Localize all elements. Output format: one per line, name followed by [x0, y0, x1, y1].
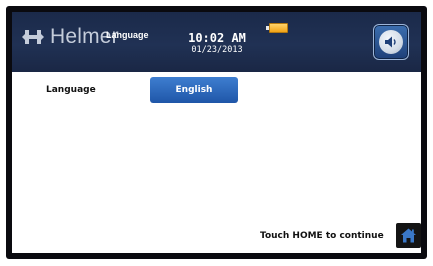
- battery-icon: [266, 23, 288, 33]
- home-icon: [401, 228, 416, 243]
- language-select-button[interactable]: English: [150, 77, 238, 103]
- helmer-logo-icon: [22, 30, 44, 44]
- clock-time: 10:02 AM: [188, 31, 246, 45]
- home-button[interactable]: [396, 223, 421, 248]
- page-title: Language: [106, 30, 149, 40]
- language-value: English: [175, 85, 213, 95]
- touch-screen: Helmer Language 10:02 AM 01/23/2013 Lang…: [12, 12, 421, 253]
- speaker-icon: [379, 30, 403, 54]
- language-label: Language: [46, 85, 96, 95]
- sound-button[interactable]: [373, 24, 409, 60]
- brand-logo: Helmer: [22, 24, 119, 50]
- header-bar: Helmer Language 10:02 AM 01/23/2013: [12, 12, 421, 72]
- clock-date: 01/23/2013: [191, 45, 243, 55]
- continue-instruction: Touch HOME to continue: [260, 231, 384, 241]
- clock: 10:02 AM 01/23/2013: [172, 32, 262, 56]
